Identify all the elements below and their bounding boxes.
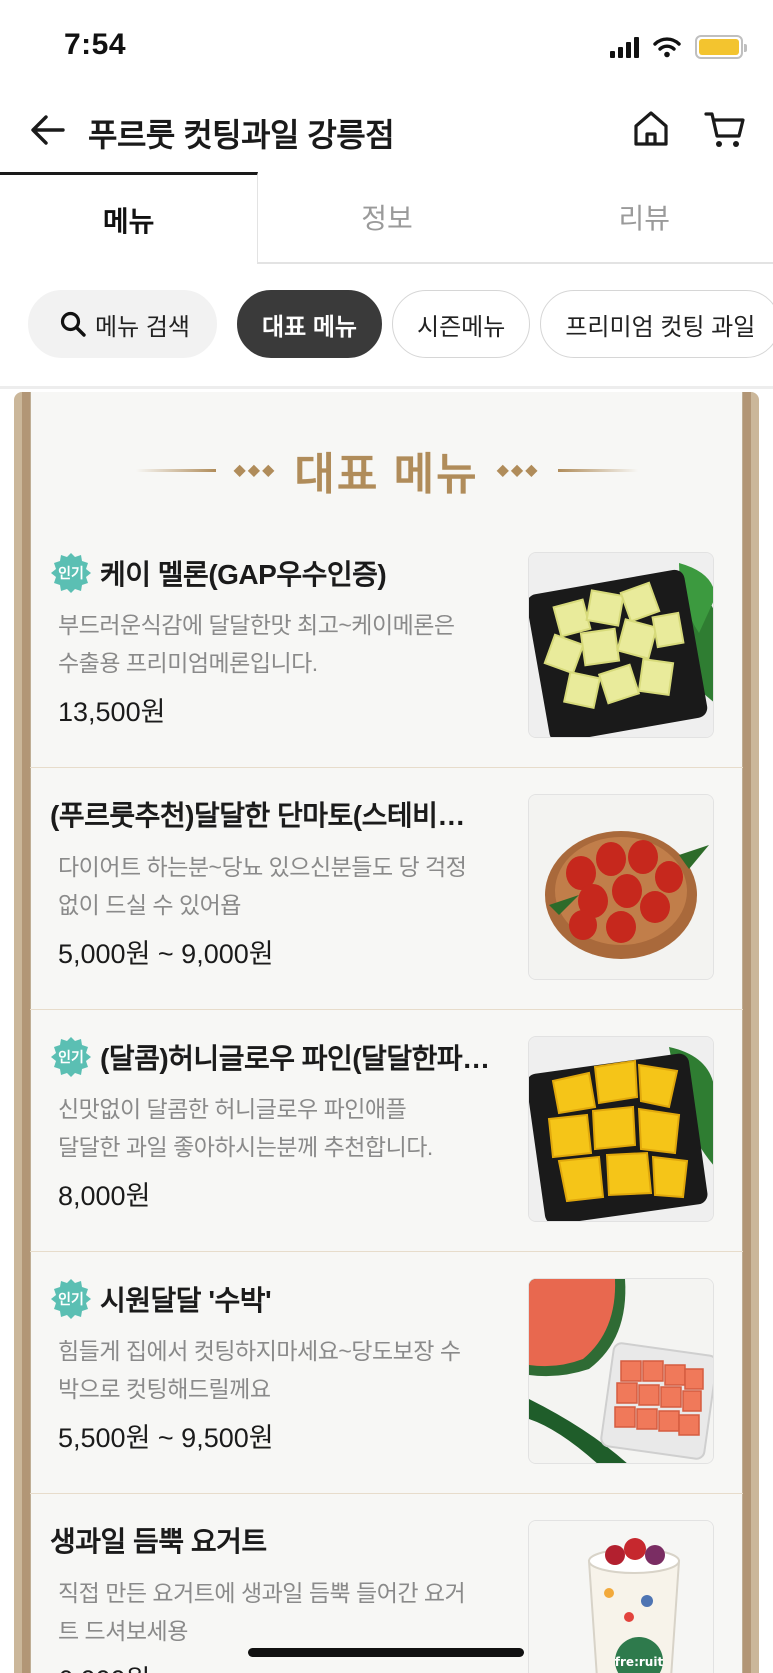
menu-item[interactable]: 생과일 듬뿍 요거트 직접 만든 요거트에 생과일 듬뿍 들어간 요거 트 드셔… bbox=[30, 1494, 743, 1673]
wifi-icon bbox=[653, 37, 681, 58]
status-icons bbox=[610, 32, 747, 62]
menu-search-button[interactable]: 메뉴 검색 bbox=[28, 290, 217, 358]
item-price: 6,000원 bbox=[58, 1658, 150, 1673]
item-name: (달콤)허니글로우 파인(달달한파… bbox=[100, 1043, 490, 1074]
battery-icon bbox=[695, 35, 747, 59]
board-rail-left bbox=[22, 392, 30, 1673]
item-description: 직접 만든 요거트에 생과일 듬뿍 들어간 요거 트 드셔보세용 bbox=[58, 1580, 466, 1644]
menu-item[interactable]: 인기 (달콤)허니글로우 파인(달달한파… 신맛없이 달콤한 허니글로우 파인애… bbox=[30, 1010, 743, 1252]
melon-icon bbox=[528, 552, 714, 738]
item-name: 생과일 듬뿍 요거트 bbox=[50, 1526, 267, 1557]
item-description: 힘들게 집에서 컷팅하지마세요~당도보장 수 박으로 컷팅해드릴께요 bbox=[58, 1338, 461, 1402]
menu-item[interactable]: 인기 시원달달 '수박' 힘들게 집에서 컷팅하지마세요~당도보장 수 박으로 … bbox=[30, 1252, 743, 1494]
home-button[interactable] bbox=[628, 106, 674, 152]
yogurt-cup-label: fre:ruit bbox=[615, 1655, 664, 1669]
item-price: 8,000원 bbox=[58, 1181, 151, 1211]
tab-bar: 메뉴 정보 리뷰 bbox=[0, 172, 773, 264]
section-title: 대표 메뉴 bbox=[294, 450, 479, 499]
popular-badge: 인기 bbox=[50, 1278, 92, 1320]
board-rail-right bbox=[743, 392, 751, 1673]
item-description: 신맛없이 달콤한 허니글로우 파인애플 달달한 과일 좋아하시는분께 추천합니다… bbox=[58, 1096, 433, 1160]
app-header: 푸르룻 컷팅과일 강릉점 bbox=[0, 92, 773, 172]
tomato-icon bbox=[528, 794, 714, 980]
chip-premium-cut-fruit[interactable]: 프리미엄 컷팅 과일 bbox=[540, 290, 773, 358]
category-chips: 메뉴 검색 대표 메뉴 시즌메뉴 프리미엄 컷팅 과일 bbox=[0, 290, 773, 362]
watermelon-icon bbox=[528, 1278, 714, 1464]
back-button[interactable] bbox=[26, 108, 70, 152]
popular-badge: 인기 bbox=[50, 552, 92, 594]
store-title: 푸르룻 컷팅과일 강릉점 bbox=[88, 117, 395, 153]
heading-line-left bbox=[135, 468, 216, 472]
item-price: 5,500원 ~ 9,500원 bbox=[58, 1423, 274, 1453]
arrow-left-icon bbox=[31, 115, 65, 145]
home-icon bbox=[634, 111, 668, 146]
menu-item[interactable]: 인기 케이 멜론(GAP우수인증) 부드러운식감에 달달한맛 최고~케이메론은 … bbox=[30, 526, 743, 768]
status-bar: 7:54 bbox=[0, 0, 773, 92]
diamond-ornament-icon: ◆◆◆ bbox=[496, 462, 540, 479]
popular-badge: 인기 bbox=[50, 1036, 92, 1078]
item-price: 13,500원 bbox=[58, 697, 166, 727]
heading-line-right bbox=[557, 468, 638, 472]
item-description: 다이어트 하는분~당뇨 있으신분들도 당 걱정 없이 드실 수 있어욥 bbox=[58, 854, 467, 918]
item-description: 부드러운식감에 달달한맛 최고~케이메론은 수출용 프리미엄메론입니다. bbox=[58, 612, 455, 676]
item-name: (푸르룻추천)달달한 단마토(스테비… bbox=[50, 800, 465, 831]
menu-item[interactable]: (푸르룻추천)달달한 단마토(스테비… 다이어트 하는분~당뇨 있으신분들도 당… bbox=[30, 768, 743, 1010]
status-time: 7:54 bbox=[64, 28, 127, 61]
menu-search-label: 메뉴 검색 bbox=[95, 313, 190, 341]
section-heading: ◆◆◆ 대표 메뉴 ◆◆◆ bbox=[30, 440, 743, 500]
cart-button[interactable] bbox=[702, 106, 748, 152]
item-price: 5,000원 ~ 9,000원 bbox=[58, 939, 274, 969]
chip-season-menu[interactable]: 시즌메뉴 bbox=[392, 290, 531, 358]
diamond-ornament-icon: ◆◆◆ bbox=[233, 462, 277, 479]
cellular-signal-icon bbox=[610, 36, 639, 58]
cart-icon bbox=[704, 112, 745, 147]
yogurt-icon: fre:ruit bbox=[528, 1520, 714, 1673]
divider bbox=[0, 386, 773, 389]
tab-menu[interactable]: 메뉴 bbox=[0, 172, 259, 264]
tab-reviews[interactable]: 리뷰 bbox=[515, 172, 773, 264]
home-indicator[interactable] bbox=[248, 1648, 524, 1657]
pineapple-icon bbox=[528, 1036, 714, 1222]
search-icon bbox=[60, 311, 86, 337]
chip-signature-menu[interactable]: 대표 메뉴 bbox=[237, 290, 382, 358]
tab-info[interactable]: 정보 bbox=[258, 172, 516, 264]
item-name: 시원달달 '수박' bbox=[100, 1285, 272, 1316]
item-name: 케이 멜론(GAP우수인증) bbox=[100, 559, 387, 590]
